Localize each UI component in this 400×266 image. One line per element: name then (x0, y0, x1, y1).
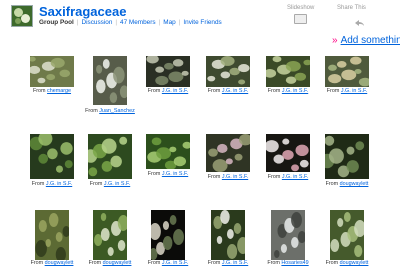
plant-photo-icon[interactable] (325, 56, 369, 87)
photo-owner-link[interactable]: J.G. in S.F. (162, 171, 188, 177)
nav-separator: | (178, 19, 181, 26)
caption-prefix: From (147, 171, 162, 177)
caption-prefix: From (267, 260, 282, 266)
caption-prefix: From (32, 88, 48, 94)
photo-caption: From dougwaylett (89, 260, 132, 266)
photo-caption: From J.G. in S.F. (148, 88, 188, 94)
photo-owner-link[interactable]: chemarge (47, 88, 71, 94)
photo-caption: From chemarge (33, 88, 71, 94)
caption-prefix: From (325, 181, 340, 187)
caption-prefix: From (207, 174, 222, 180)
nav-separator: | (158, 19, 161, 26)
photo-caption: From dougwaylett (326, 181, 369, 187)
photo-owner-link[interactable]: dougwaylett (340, 260, 369, 266)
group-title[interactable]: Saxifragaceae (39, 4, 126, 19)
flower-photo-icon[interactable] (266, 134, 310, 172)
share-icon[interactable] (354, 14, 365, 26)
photo-caption: From dougwaylett (326, 260, 369, 266)
nav-separator: | (115, 19, 118, 26)
photo-owner-link[interactable]: dougwaylett (45, 260, 74, 266)
photo-caption: From J.G. in S.F. (327, 88, 367, 94)
caption-prefix: From (207, 88, 222, 94)
plant-photo-icon[interactable] (325, 134, 369, 179)
photo-owner-link[interactable]: J.G. in S.F. (222, 88, 248, 94)
photo-caption: From J.G. in S.F. (268, 88, 308, 94)
caption-prefix: From (147, 88, 162, 94)
photo-owner-link[interactable]: J.G. in S.F. (162, 88, 188, 94)
nav-members[interactable]: 47 Members (120, 19, 156, 26)
photo-caption: From J.G. in S.F. (148, 260, 188, 266)
add-arrow-icon: » (332, 35, 338, 46)
caption-prefix: From (267, 174, 282, 180)
plant-photo-icon[interactable] (30, 56, 74, 87)
leaf-photo-icon[interactable] (266, 56, 310, 87)
nav-group-pool: Group Pool (39, 19, 74, 26)
leaf-photo-icon[interactable] (88, 134, 132, 179)
group-header: Saxifragaceae Group Pool | Discussion | 47 M… (0, 0, 400, 40)
leaf-photo-icon[interactable] (206, 56, 250, 87)
slideshow-icon[interactable] (294, 14, 307, 24)
group-subnav: Group Pool | Discussion | 47 Members | Map | Inv… (39, 19, 222, 26)
caption-prefix: From (85, 108, 100, 114)
nav-map[interactable]: Map (163, 19, 175, 26)
photo-owner-link[interactable]: Juan_Sanchez (99, 108, 135, 114)
photo-owner-link[interactable]: J.G. in S.F. (222, 174, 248, 180)
flower-photo-icon[interactable] (93, 210, 127, 260)
photo-owner-link[interactable]: dougwaylett (340, 181, 369, 187)
plant-photo-icon[interactable] (35, 210, 69, 260)
add-something-label: Add something (340, 35, 400, 46)
photo-owner-link[interactable]: dougwaylett (103, 260, 132, 266)
caption-prefix: From (267, 88, 282, 94)
nav-discussion[interactable]: Discussion (81, 19, 112, 26)
photo-owner-link[interactable]: J.G. in S.F. (282, 174, 308, 180)
photo-caption: From J.G. in S.F. (208, 260, 248, 266)
photo-owner-link[interactable]: J.G. in S.F. (222, 260, 248, 266)
leaf-photo-icon[interactable] (146, 56, 190, 87)
photo-owner-link[interactable]: Hosaries49 (281, 260, 308, 266)
photo-caption: From J.G. in S.F. (148, 171, 188, 177)
caption-prefix: From (88, 260, 103, 266)
group-avatar-icon[interactable] (11, 5, 33, 27)
nav-separator: | (76, 19, 79, 26)
caption-prefix: From (207, 260, 222, 266)
photo-caption: From J.G. in S.F. (32, 181, 72, 187)
caption-prefix: From (325, 260, 340, 266)
leaf-photo-icon[interactable] (330, 210, 364, 260)
flower-photo-icon[interactable] (151, 210, 185, 260)
caption-prefix: From (31, 181, 46, 187)
flower-photo-icon[interactable] (93, 56, 127, 105)
nav-invite-friends[interactable]: Invite Friends (183, 19, 221, 26)
photo-caption: From J.G. in S.F. (90, 181, 130, 187)
rosette-photo-icon[interactable] (271, 210, 305, 260)
photo-caption: From J.G. in S.F. (208, 88, 248, 94)
photo-owner-link[interactable]: J.G. in S.F. (162, 260, 188, 266)
photo-caption: From Hosaries49 (267, 260, 308, 266)
photo-caption: From Juan_Sanchez (85, 108, 135, 114)
flower-photo-icon[interactable] (211, 210, 245, 260)
photo-owner-link[interactable]: J.G. in S.F. (104, 181, 130, 187)
caption-prefix: From (30, 260, 45, 266)
leaf-photo-icon[interactable] (30, 134, 74, 179)
caption-prefix: From (147, 260, 162, 266)
caption-prefix: From (326, 88, 341, 94)
photo-caption: From J.G. in S.F. (268, 174, 308, 180)
share-button[interactable]: Share This (337, 5, 366, 11)
leaf-photo-icon[interactable] (146, 134, 190, 169)
caption-prefix: From (89, 181, 104, 187)
slideshow-button[interactable]: Slideshow (287, 5, 314, 11)
add-something-link[interactable]: »Add something (332, 35, 400, 46)
flower-photo-icon[interactable] (206, 134, 250, 172)
photo-caption: From dougwaylett (31, 260, 74, 266)
photo-owner-link[interactable]: J.G. in S.F. (46, 181, 72, 187)
photo-caption: From J.G. in S.F. (208, 174, 248, 180)
photo-owner-link[interactable]: J.G. in S.F. (341, 88, 367, 94)
photo-owner-link[interactable]: J.G. in S.F. (282, 88, 308, 94)
